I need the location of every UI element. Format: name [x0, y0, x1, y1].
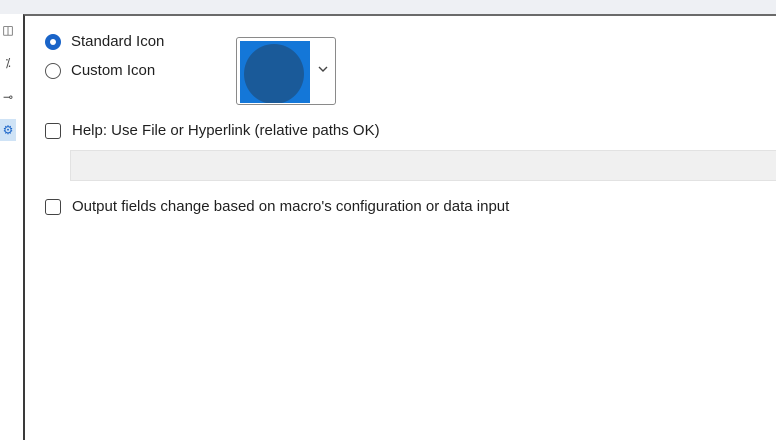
circle-icon	[244, 44, 304, 103]
standard-icon-radio[interactable]	[45, 33, 61, 50]
settings-panel: Standard Icon Custom Icon Help: Use File…	[23, 14, 776, 440]
icon-swatch	[240, 41, 310, 103]
gear-icon[interactable]: ⚙	[0, 119, 16, 141]
custom-icon-label: Custom Icon	[71, 62, 156, 79]
help-checkbox[interactable]	[45, 122, 61, 139]
help-option[interactable]: Help: Use File or Hyperlink (relative pa…	[45, 122, 380, 139]
output-fields-label: Output fields change based on macro's co…	[72, 198, 510, 215]
custom-icon-radio[interactable]	[45, 62, 61, 79]
icon-picker-dropdown[interactable]	[236, 37, 336, 105]
output-fields-option[interactable]: Output fields change based on macro's co…	[45, 198, 509, 215]
custom-icon-option[interactable]: Custom Icon	[45, 62, 155, 79]
standard-icon-label: Standard Icon	[71, 33, 165, 50]
connection-icon[interactable]: ⊸	[0, 86, 16, 108]
standard-icon-option[interactable]: Standard Icon	[45, 33, 164, 50]
help-label: Help: Use File or Hyperlink (relative pa…	[72, 122, 380, 139]
help-path-input[interactable]	[70, 150, 776, 181]
layout-icon[interactable]: ◫	[0, 19, 16, 41]
macro-interface-window: ◫ ⁒ ⊸ ⚙ Standard Icon Custom Icon Help: …	[0, 0, 776, 440]
side-rail: ◫ ⁒ ⊸ ⚙	[0, 14, 23, 440]
chevron-down-icon[interactable]	[316, 62, 330, 76]
output-fields-checkbox[interactable]	[45, 198, 61, 215]
magic-wand-icon[interactable]: ⁒	[0, 52, 16, 74]
top-strip	[0, 0, 776, 14]
